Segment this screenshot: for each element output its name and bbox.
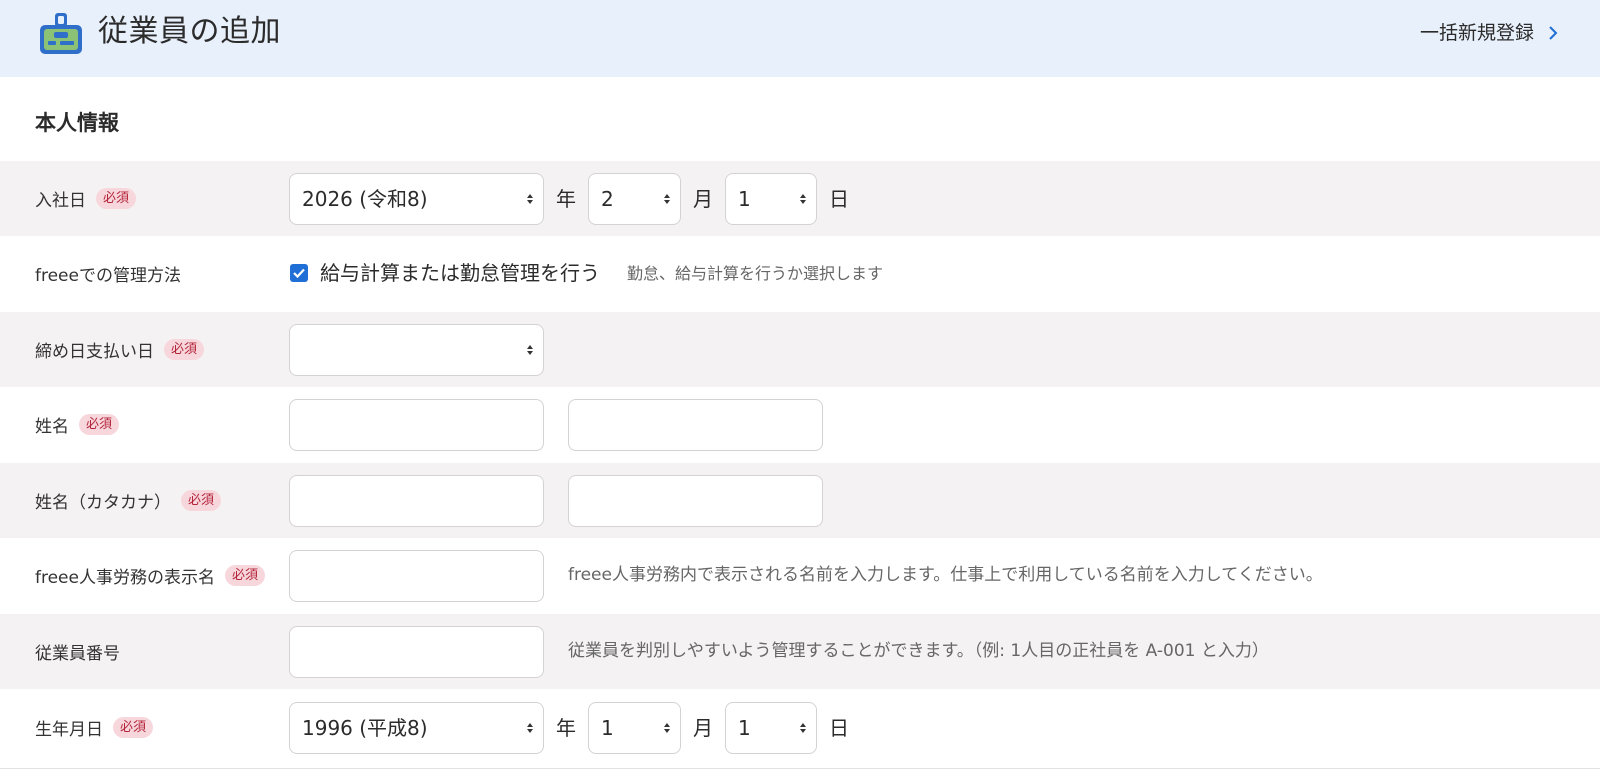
required-badge: 必須 bbox=[96, 188, 137, 209]
name-label: 姓名 必須 bbox=[35, 387, 120, 462]
closing-payday-label-text: 締め日支払い日 bbox=[35, 342, 154, 362]
hire-date-row: 入社日 必須 2026 (令和8) 年 2 月 1 日 bbox=[0, 161, 1600, 236]
employee-number-label: 従業員番号 bbox=[35, 614, 120, 689]
year-unit: 年 bbox=[556, 716, 576, 740]
select-arrows-icon bbox=[527, 723, 533, 733]
day-unit: 日 bbox=[829, 716, 849, 740]
required-badge: 必須 bbox=[224, 565, 265, 586]
hire-month-value: 2 bbox=[601, 187, 614, 211]
required-badge: 必須 bbox=[164, 339, 205, 360]
birth-date-label-text: 生年月日 bbox=[35, 720, 103, 740]
name-kana-label-text: 姓名（カタカナ） bbox=[35, 493, 171, 513]
checkmark-icon bbox=[293, 268, 305, 279]
name-kana-row: 姓名（カタカナ） 必須 bbox=[0, 463, 1600, 538]
hire-year-select[interactable]: 2026 (令和8) bbox=[289, 173, 544, 225]
select-arrows-icon bbox=[664, 723, 670, 733]
name-label-text: 姓名 bbox=[35, 417, 69, 437]
birth-year-value: 1996 (平成8) bbox=[302, 716, 428, 740]
display-name-label: freee人事労務の表示名 必須 bbox=[35, 538, 265, 613]
hire-year-value: 2026 (令和8) bbox=[302, 187, 428, 211]
select-arrows-icon bbox=[527, 345, 533, 355]
select-arrows-icon bbox=[527, 194, 533, 204]
name-row: 姓名 必須 bbox=[0, 387, 1600, 462]
select-arrows-icon bbox=[800, 194, 806, 204]
employee-number-label-text: 従業員番号 bbox=[35, 644, 120, 664]
section-title: 本人情報 bbox=[35, 111, 119, 135]
birth-date-label: 生年月日 必須 bbox=[35, 690, 154, 765]
management-label: freeeでの管理方法 bbox=[35, 236, 181, 311]
management-hint: 勤怠、給与計算を行うか選択します bbox=[627, 264, 884, 283]
select-arrows-icon bbox=[800, 723, 806, 733]
display-name-hint: freee人事労務内で表示される名前を入力します。仕事上で利用している名前を入力… bbox=[568, 565, 1323, 585]
employee-badge-icon bbox=[40, 13, 82, 54]
chevron-right-icon bbox=[1549, 26, 1558, 40]
birth-day-value: 1 bbox=[738, 716, 751, 740]
display-name-row: freee人事労務の表示名 必須 freee人事労務内で表示される名前を入力しま… bbox=[0, 538, 1600, 613]
year-unit: 年 bbox=[556, 187, 576, 211]
bulk-register-link[interactable]: 一括新規登録 bbox=[1420, 20, 1558, 46]
last-name-input[interactable] bbox=[289, 399, 544, 451]
birth-date-row: 生年月日 必須 1996 (平成8) 年 1 月 1 日 bbox=[0, 690, 1600, 765]
select-arrows-icon bbox=[664, 194, 670, 204]
month-unit: 月 bbox=[693, 187, 713, 211]
hire-day-select[interactable]: 1 bbox=[725, 173, 817, 225]
day-unit: 日 bbox=[829, 187, 849, 211]
birth-month-value: 1 bbox=[601, 716, 614, 740]
management-label-text: freeeでの管理方法 bbox=[35, 266, 181, 286]
hire-date-label: 入社日 必須 bbox=[35, 161, 137, 236]
closing-payday-row: 締め日支払い日 必須 bbox=[0, 312, 1600, 387]
display-name-input[interactable] bbox=[289, 550, 544, 602]
required-badge: 必須 bbox=[181, 490, 222, 511]
hire-date-label-text: 入社日 bbox=[35, 191, 86, 211]
management-row: freeeでの管理方法 給与計算または勤怠管理を行う 勤怠、給与計算を行うか選択… bbox=[0, 236, 1600, 311]
first-name-kana-input[interactable] bbox=[568, 475, 823, 527]
closing-payday-label: 締め日支払い日 必須 bbox=[35, 312, 205, 387]
page-title: 従業員の追加 bbox=[98, 14, 281, 49]
first-name-input[interactable] bbox=[568, 399, 823, 451]
divider bbox=[0, 768, 1600, 769]
management-checkbox[interactable] bbox=[290, 264, 308, 282]
hire-day-value: 1 bbox=[738, 187, 751, 211]
closing-payday-select[interactable] bbox=[289, 324, 544, 376]
display-name-label-text: freee人事労務の表示名 bbox=[35, 568, 215, 588]
bulk-register-label: 一括新規登録 bbox=[1419, 22, 1534, 44]
hire-month-select[interactable]: 2 bbox=[588, 173, 681, 225]
employee-number-input[interactable] bbox=[289, 626, 544, 678]
birth-month-select[interactable]: 1 bbox=[588, 702, 681, 754]
page-header: 従業員の追加 一括新規登録 bbox=[0, 0, 1600, 77]
birth-day-select[interactable]: 1 bbox=[725, 702, 817, 754]
required-badge: 必須 bbox=[113, 717, 154, 738]
name-kana-label: 姓名（カタカナ） 必須 bbox=[35, 463, 222, 538]
month-unit: 月 bbox=[693, 716, 713, 740]
required-badge: 必須 bbox=[79, 414, 120, 435]
employee-number-hint: 従業員を判別しやすいよう管理することができます。（例: 1人目の正社員を A-0… bbox=[568, 641, 1269, 661]
last-name-kana-input[interactable] bbox=[289, 475, 544, 527]
employee-number-row: 従業員番号 従業員を判別しやすいよう管理することができます。（例: 1人目の正社… bbox=[0, 614, 1600, 689]
management-checkbox-label[interactable]: 給与計算または勤怠管理を行う bbox=[320, 236, 600, 311]
birth-year-select[interactable]: 1996 (平成8) bbox=[289, 702, 544, 754]
